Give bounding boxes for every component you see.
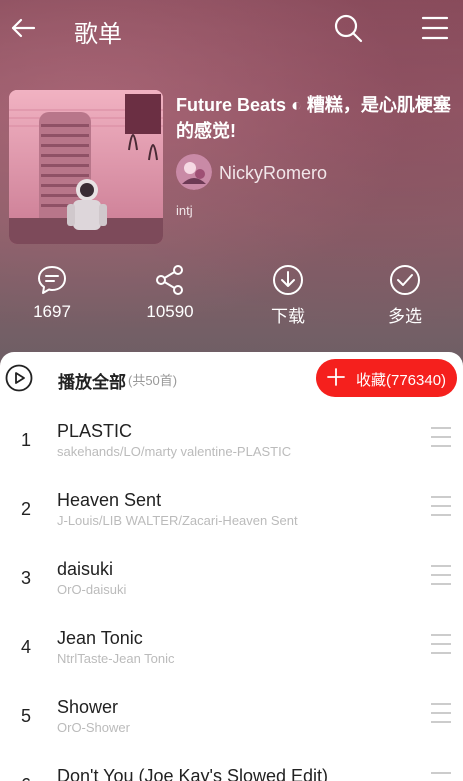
menu-icon: [421, 16, 449, 40]
song-artist: OrO-daisuki: [57, 582, 127, 597]
song-title: Shower: [57, 697, 119, 717]
song-index: 1: [20, 430, 31, 450]
download-label: 下载: [271, 307, 305, 326]
more-menu-icon[interactable]: [429, 771, 453, 781]
avatar[interactable]: [176, 154, 212, 190]
song-index: 2: [20, 499, 31, 519]
song-row[interactable]: 4 Jean Tonic NtrlTaste-Jean Tonic: [0, 611, 463, 680]
share-count: 10590: [146, 302, 194, 321]
song-row[interactable]: 3 daisuki OrO-daisuki: [0, 542, 463, 611]
song-title: Heaven Sent: [57, 490, 162, 510]
multi-select-icon: [390, 265, 420, 295]
collect-label: 收藏(776340): [356, 372, 447, 389]
song-index: 3: [20, 568, 31, 588]
song-title: daisuki: [57, 559, 114, 579]
song-row[interactable]: 2 Heaven Sent J-Louis/LIB WALTER/Zacari-…: [0, 473, 463, 542]
song-row[interactable]: 1 PLASTIC sakehands/LO/marty valentine-P…: [0, 404, 463, 473]
playlist-description[interactable]: intj: [176, 203, 193, 218]
more-menu-icon[interactable]: [429, 426, 453, 448]
song-artist: OrO-Shower: [57, 720, 130, 735]
menu-button[interactable]: [419, 12, 451, 44]
collect-button[interactable]: 收藏(776340): [316, 359, 457, 397]
song-list-panel: 播放全部 (共50首) 收藏(776340) 1 PLASTIC sakehan…: [0, 352, 463, 781]
song-artist: J-Louis/LIB WALTER/Zacari-Heaven Sent: [57, 513, 298, 528]
download-icon: [273, 265, 303, 295]
play-all-label[interactable]: 播放全部: [58, 368, 126, 393]
comment-icon: [38, 266, 66, 294]
multi-select-button[interactable]: 多选: [365, 264, 445, 334]
search-button[interactable]: [332, 12, 364, 44]
comment-button[interactable]: 1697: [12, 264, 92, 334]
search-icon: [334, 14, 363, 43]
more-menu-icon[interactable]: [429, 564, 453, 586]
more-menu-icon[interactable]: [429, 633, 453, 655]
creator-name[interactable]: NickyRomero: [219, 163, 327, 184]
song-title: PLASTIC: [57, 421, 133, 441]
song-index: 6: [0, 775, 52, 781]
plus-icon: [327, 368, 345, 386]
playlist-title: Future Beats ◐ 糟糕，是心肌梗塞的感觉!: [176, 95, 451, 141]
song-index: 4: [20, 637, 31, 657]
playlist-cover[interactable]: [9, 90, 163, 244]
comment-count: 1697: [33, 302, 71, 321]
song-row[interactable]: 5 Shower OrO-Shower: [0, 680, 463, 749]
share-button[interactable]: 10590: [130, 264, 210, 334]
play-circle-icon[interactable]: [5, 364, 33, 392]
download-button[interactable]: 下载: [248, 264, 328, 334]
creator-avatar-image: [176, 154, 212, 190]
song-artist: NtrlTaste-Jean Tonic: [57, 651, 175, 666]
arrow-left-icon: [11, 18, 36, 38]
song-artist: sakehands/LO/marty valentine-PLASTIC: [57, 444, 292, 459]
song-title: Don't You (Joe Kay's Slowed Edit): [57, 766, 329, 781]
song-row[interactable]: 6 Don't You (Joe Kay's Slowed Edit): [0, 749, 463, 781]
top-bar: 歌单: [0, 0, 463, 56]
song-title: Jean Tonic: [57, 628, 143, 648]
page-title: 歌单: [74, 21, 122, 48]
back-button[interactable]: [8, 12, 40, 44]
multi-select-label: 多选: [388, 307, 422, 326]
more-menu-icon[interactable]: [429, 495, 453, 517]
cover-artwork: [9, 90, 163, 244]
song-index: 5: [20, 706, 31, 726]
share-icon: [156, 265, 183, 295]
song-count: (共50首): [128, 373, 178, 388]
more-menu-icon[interactable]: [429, 702, 453, 724]
